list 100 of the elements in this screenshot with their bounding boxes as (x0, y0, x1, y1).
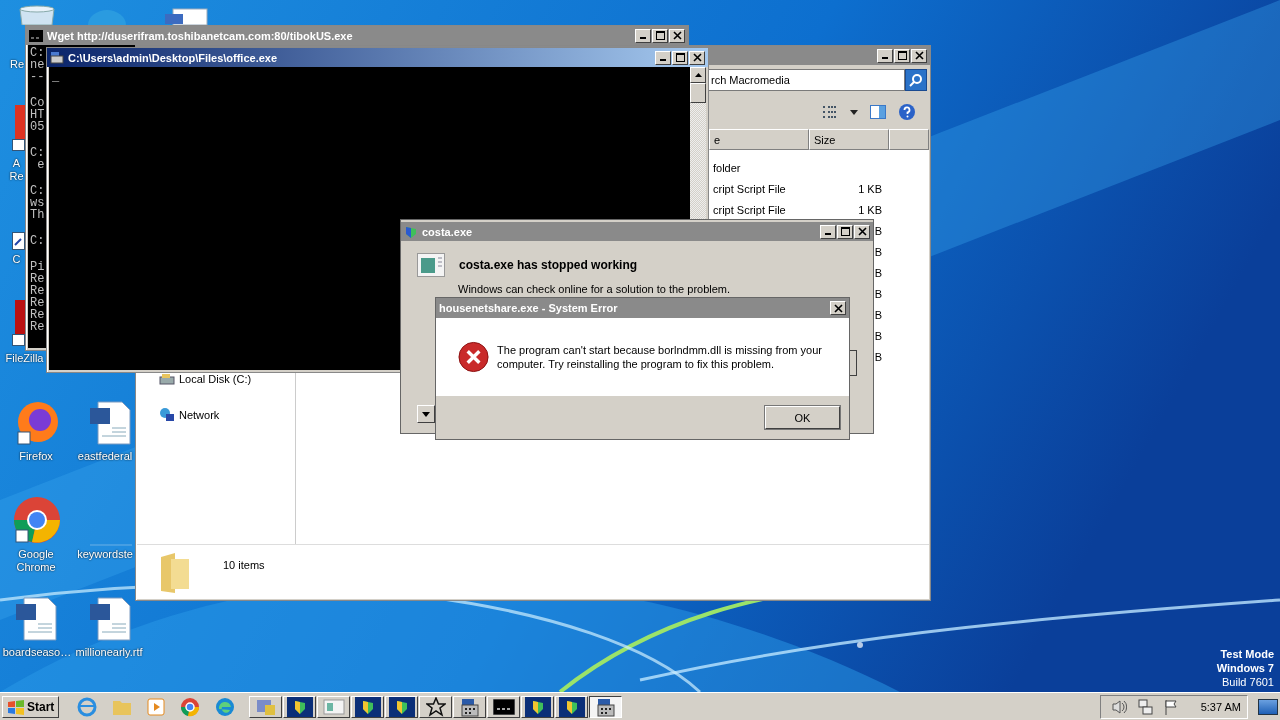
flag-icon[interactable] (1162, 698, 1179, 715)
scrollbar-thumb[interactable] (690, 83, 706, 103)
table-cell-text: cript Script File (712, 203, 787, 216)
console-text: Re (30, 321, 45, 333)
window-title: housenetshare.exe - System Error (439, 302, 619, 314)
dropdown-arrow-icon[interactable] (850, 109, 858, 115)
media-player-icon[interactable] (147, 697, 166, 716)
close-icon (833, 303, 843, 313)
document-icon[interactable] (12, 105, 25, 151)
document-icon[interactable] (163, 8, 209, 25)
console-text: -- (30, 71, 45, 83)
application-icon (50, 51, 64, 64)
drive-icon (159, 373, 175, 385)
close-button[interactable] (689, 50, 705, 65)
maximize-icon (655, 31, 665, 40)
console-text: Co (30, 97, 45, 109)
table-cell-text: B (874, 350, 883, 363)
window-title: costa.exe (422, 225, 474, 238)
desktop-notice: Test Mode (1220, 647, 1274, 661)
icon-label: Chrome (16, 561, 56, 574)
icon-label: keywordste (77, 548, 133, 561)
console-text: Pi (30, 261, 45, 273)
ok-button[interactable]: OK (765, 406, 840, 429)
close-icon (914, 51, 924, 60)
minimize-button[interactable] (655, 50, 671, 65)
desktop-notice: Windows 7 (1216, 661, 1274, 675)
word-document-icon[interactable] (88, 596, 132, 642)
table-cell-text: 1 KB (858, 203, 883, 216)
maximize-icon (675, 53, 685, 62)
console-text: ws (30, 197, 45, 209)
shield-icon (404, 224, 418, 239)
table-cell-text: 1 KB (858, 182, 883, 195)
search-field[interactable]: rch Macromedia (706, 69, 905, 91)
console-text: ne (30, 59, 45, 71)
shield-icon (524, 696, 551, 717)
nav-item[interactable]: Local Disk (C:) (159, 373, 252, 385)
nav-item[interactable]: Network (159, 407, 220, 423)
expand-button[interactable] (417, 405, 435, 423)
console-text: Th (30, 209, 45, 221)
search-button[interactable] (905, 69, 927, 91)
console-text: C: (30, 235, 45, 247)
desktop-notice: Build 7601 (1222, 675, 1274, 689)
error-icon (458, 341, 490, 373)
network-icon[interactable] (1136, 698, 1153, 715)
table-cell-text: folder (712, 161, 742, 174)
command-prompt-icon (492, 698, 515, 715)
icon-label: FileZilla (5, 352, 44, 365)
shield-icon (286, 696, 313, 717)
dialog-heading: costa.exe has stopped working (459, 258, 638, 272)
column-header[interactable]: e (709, 129, 809, 150)
icon-label: boardseaso… (2, 646, 72, 659)
column-header[interactable]: Size (809, 129, 889, 150)
console-text: Re (30, 309, 45, 321)
console-text: C: (30, 147, 45, 159)
close-icon (692, 53, 702, 62)
table-cell-text: B (874, 245, 883, 258)
shield-icon (354, 696, 381, 717)
console-text: e (36, 159, 45, 171)
maximize-icon (840, 227, 850, 236)
word-document-icon[interactable] (88, 400, 132, 446)
icon-label: C (12, 253, 21, 266)
preview-pane-icon[interactable] (870, 105, 886, 119)
chrome-icon[interactable] (180, 696, 201, 717)
icon-label: Re (9, 170, 24, 183)
show-desktop-button[interactable] (1258, 698, 1278, 715)
window-title: Wget http://duserifram.toshibanetcam.com:80/tibokUS.exe (47, 29, 354, 42)
maximize-button[interactable] (672, 50, 688, 65)
console-text: 05 (30, 121, 45, 133)
shield-icon (388, 696, 415, 717)
shield-icon (558, 696, 585, 717)
table-cell-text: B (874, 329, 883, 342)
windows-logo-icon (7, 698, 25, 715)
view-options-icon[interactable] (822, 105, 838, 119)
chrome-icon[interactable] (12, 496, 62, 544)
window-icon (322, 697, 345, 716)
taskbar-button[interactable] (589, 695, 623, 718)
icon-label: millionearly.rtf (75, 646, 143, 659)
volume-icon[interactable] (1110, 698, 1127, 715)
program-window-icon (417, 253, 445, 277)
table-cell-text: cript Script File (712, 182, 787, 195)
filezilla-icon[interactable] (12, 300, 25, 346)
icon-label: eastfederal (77, 450, 133, 463)
shortcut-icon[interactable] (12, 232, 25, 250)
network-icon (159, 407, 175, 423)
icon-label: A (12, 157, 21, 170)
column-header[interactable] (889, 129, 929, 150)
error-message: The program can't start because borlndmm.dll is missing from your computer. Try reinstalling the program to fix this problem. (497, 343, 823, 371)
icon-label: Re (9, 58, 25, 71)
help-icon[interactable] (898, 103, 916, 121)
application-icon (594, 696, 617, 717)
recycle-bin-icon[interactable] (18, 5, 56, 25)
icon-label: Firefox (19, 450, 53, 463)
console-text: Re (30, 273, 45, 285)
search-icon (909, 73, 923, 87)
close-button[interactable] (830, 301, 846, 315)
close-icon (857, 227, 867, 236)
console-cursor: _ (52, 71, 60, 83)
command-prompt-icon (29, 29, 43, 42)
word-document-icon[interactable] (14, 596, 58, 642)
start-button[interactable]: Start (2, 695, 60, 718)
